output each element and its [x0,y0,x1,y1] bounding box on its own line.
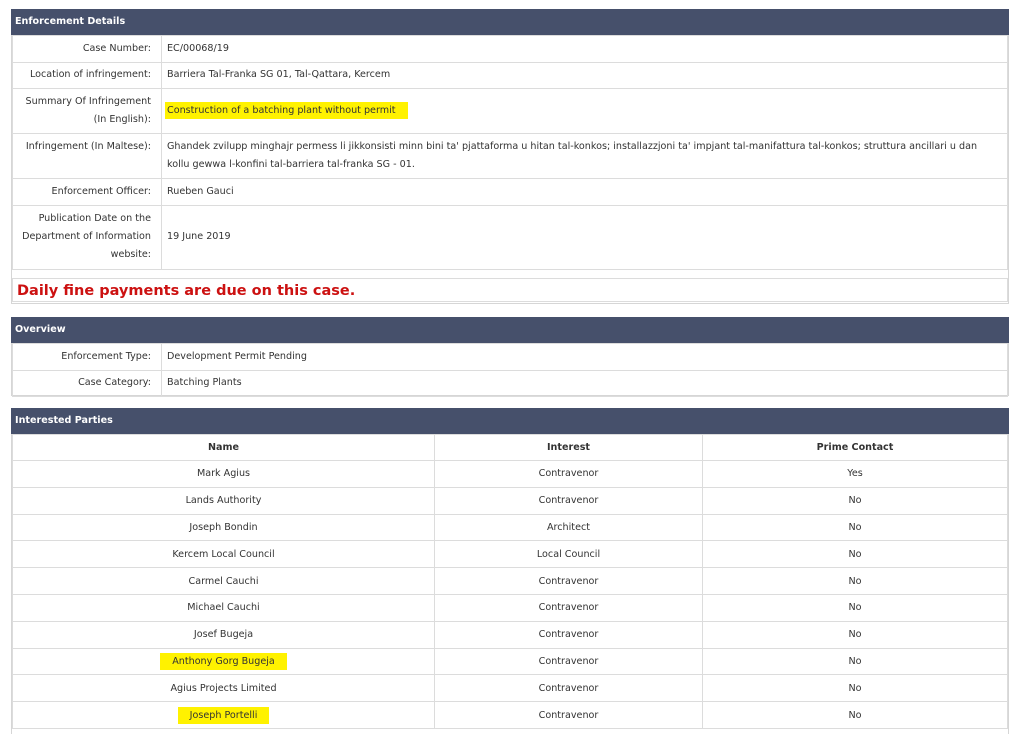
daily-fine-notice: Daily fine payments are due on this case… [12,277,1008,302]
party-prime-contact: No [702,647,1008,676]
party-prime-contact: No [702,513,1008,542]
case-category-label: Case Category: [12,369,162,397]
table-row: Kercem Local Council Local Council No [12,540,1008,569]
party-interest: Contravenor [434,674,703,703]
party-name-highlighted: Anthony Gorg Bugeja [160,652,287,670]
table-row: Joseph Bondin Architect No [12,513,1008,542]
officer-value: Rueben Gauci [161,178,1008,206]
party-name-cell: Anthony Gorg Bugeja [12,647,435,676]
table-row: Joseph Portelli Contravenor No [12,701,1008,729]
table-row: Michael Cauchi Contravenor No [12,593,1008,622]
party-prime-contact: No [702,620,1008,649]
party-interest: Contravenor [434,567,703,595]
table-row: Josef Bugeja Contravenor No [12,620,1008,649]
publication-label: Publication Date on the Department of In… [12,204,162,270]
table-row: Anthony Gorg Bugeja Contravenor No [12,647,1008,676]
location-label: Location of infringement: [12,61,162,89]
column-header-interest: Interest [434,434,703,461]
party-prime-contact: No [702,674,1008,703]
party-name: Agius Projects Limited [12,674,435,703]
case-number-value: EC/00068/19 [161,35,1008,63]
party-name: Michael Cauchi [12,593,435,622]
party-interest: Contravenor [434,620,703,649]
location-value: Barriera Tal-Franka SG 01, Tal-Qattara, … [161,61,1008,89]
enforcement-details-panel: Enforcement Details Case Number: EC/0006… [11,9,1009,304]
interested-parties-header: Interested Parties [11,408,1009,434]
publication-label-line3: website: [110,249,151,260]
party-name: Joseph Bondin [12,513,435,542]
party-prime-contact: No [702,486,1008,515]
interested-parties-table: Name Interest Prime Contact Mark Agius C… [12,434,1008,729]
publication-label-line2: Department of Information [22,231,151,242]
party-interest: Architect [434,513,703,542]
maltese-label: Infringement (In Maltese): [12,133,162,179]
publication-label-line1: Publication Date on the [38,213,151,224]
enforcement-details-header: Enforcement Details [11,9,1009,35]
enforcement-type-label: Enforcement Type: [12,343,162,371]
party-name-highlighted: Joseph Portelli [177,706,270,724]
party-prime-contact: No [702,540,1008,569]
enforcement-type-value: Development Permit Pending [161,343,1008,371]
case-number-label: Case Number: [12,35,162,63]
party-interest: Contravenor [434,486,703,515]
summary-label: Summary Of Infringement (In English): [12,88,162,134]
table-row: Lands Authority Contravenor No [12,486,1008,515]
summary-label-line2: (In English): [93,114,151,125]
column-header-prime-contact: Prime Contact [702,434,1008,461]
party-interest: Contravenor [434,701,703,729]
table-row: Carmel Cauchi Contravenor No [12,567,1008,595]
overview-header: Overview [11,317,1009,343]
overview-panel: Overview Enforcement Type: Development P… [11,317,1009,397]
summary-value-cell: Construction of a batching plant without… [161,88,1008,134]
summary-value: Construction of a batching plant without… [165,102,408,119]
party-name: Josef Bugeja [12,620,435,649]
party-prime-contact: No [702,567,1008,595]
summary-label-line1: Summary Of Infringement [25,96,151,107]
table-row: Agius Projects Limited Contravenor No [12,674,1008,703]
party-prime-contact: No [702,593,1008,622]
column-header-name: Name [12,434,435,461]
party-name: Kercem Local Council [12,540,435,569]
interested-parties-panel: Interested Parties Name Interest Prime C… [11,408,1009,734]
party-interest: Local Council [434,540,703,569]
officer-label: Enforcement Officer: [12,178,162,206]
enforcement-details-table: Case Number: EC/00068/19 Location of inf… [12,35,1008,270]
party-prime-contact: Yes [702,460,1008,488]
overview-table: Enforcement Type: Development Permit Pen… [12,343,1008,397]
party-name: Carmel Cauchi [12,567,435,595]
party-name: Mark Agius [12,460,435,488]
party-interest: Contravenor [434,460,703,488]
party-interest: Contravenor [434,647,703,676]
publication-value: 19 June 2019 [161,204,1008,270]
party-name-cell: Joseph Portelli [12,701,435,729]
party-prime-contact: No [702,701,1008,729]
party-interest: Contravenor [434,593,703,622]
table-row: Mark Agius Contravenor Yes [12,460,1008,488]
party-name: Lands Authority [12,486,435,515]
maltese-value: Ghandek zvilupp minghajr permess li jikk… [161,133,1008,179]
case-category-value: Batching Plants [161,369,1008,397]
